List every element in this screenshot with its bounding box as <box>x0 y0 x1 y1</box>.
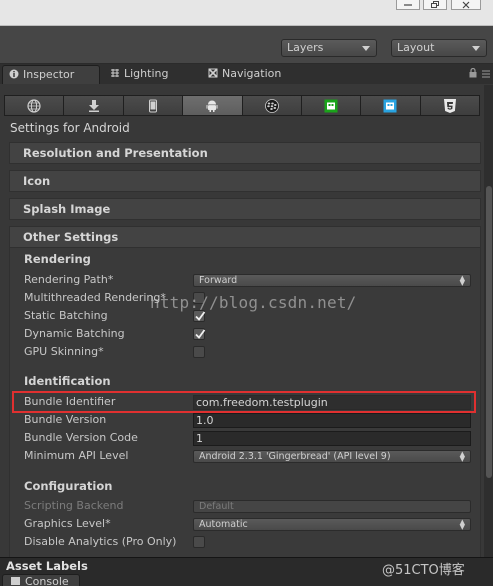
platform-windows-store-button[interactable] <box>301 96 362 115</box>
tab-lighting-label: Lighting <box>124 67 169 80</box>
platform-blackberry-button[interactable] <box>242 96 302 115</box>
rendering-path-label: Rendering Path* <box>24 273 114 286</box>
minimum-api-level-label: Minimum API Level <box>24 449 129 462</box>
gpu-skinning-label: GPU Skinning* <box>24 345 104 358</box>
gpu-skinning-checkbox[interactable] <box>193 346 205 358</box>
restore-icon <box>431 1 439 8</box>
section-label: Icon <box>23 174 51 188</box>
section-resolution-presentation[interactable]: Resolution and Presentation <box>9 142 481 164</box>
windows-store-blue-icon <box>383 99 397 112</box>
tab-console[interactable]: Console <box>2 574 80 586</box>
configuration-heading: Configuration <box>24 479 113 493</box>
updown-arrow-icon: ▲ ▼ <box>459 274 465 287</box>
bundle-version-code-label: Bundle Version Code <box>24 431 138 444</box>
multithreaded-rendering-label: Multithreaded Rendering* <box>24 291 166 304</box>
window-titlebar <box>0 0 493 26</box>
tab-navigation-label: Navigation <box>222 67 282 80</box>
section-other-settings[interactable]: Other Settings <box>9 226 481 248</box>
platform-windows-phone-button[interactable] <box>361 96 421 115</box>
scrollbar-thumb[interactable] <box>486 186 492 478</box>
dynamic-batching-label: Dynamic Batching <box>24 327 125 340</box>
updown-arrow-icon: ▲ ▼ <box>459 450 465 463</box>
layers-dropdown-label: Layers <box>287 41 324 54</box>
disable-analytics-checkbox[interactable] <box>193 536 205 548</box>
layers-dropdown[interactable]: Layers <box>281 39 377 57</box>
bundle-version-code-value: 1 <box>196 432 203 445</box>
restore-button[interactable] <box>423 0 447 10</box>
bundle-version-code-field[interactable]: 1 <box>193 431 471 446</box>
minimize-button[interactable] <box>396 0 420 10</box>
tab-inspector-label: Inspector <box>23 68 75 81</box>
bundle-version-value: 1.0 <box>196 414 214 427</box>
scripting-backend-dropdown: Default <box>193 500 471 513</box>
navigation-icon <box>208 68 218 78</box>
layout-dropdown[interactable]: Layout <box>391 39 487 57</box>
phone-icon <box>148 99 157 112</box>
minimum-api-level-value: Android 2.3.1 'Gingerbread' (API level 9… <box>199 451 391 462</box>
disable-analytics-label: Disable Analytics (Pro Only) <box>24 535 177 548</box>
checkmark-icon <box>195 329 206 339</box>
rendering-heading: Rendering <box>24 252 91 266</box>
lock-icon[interactable] <box>469 68 477 78</box>
layout-dropdown-label: Layout <box>397 41 435 54</box>
bundle-version-field[interactable]: 1.0 <box>193 413 471 428</box>
platform-webgl-button[interactable] <box>420 96 479 115</box>
dynamic-batching-checkbox[interactable] <box>193 328 206 340</box>
globe-icon <box>27 98 41 113</box>
android-icon <box>206 100 218 112</box>
platform-download-button[interactable] <box>64 96 124 115</box>
tab-inspector[interactable]: Inspector <box>2 65 100 84</box>
rendering-path-value: Forward <box>199 275 238 286</box>
chevron-down-icon <box>362 46 370 51</box>
platform-standalone-button[interactable] <box>5 96 65 115</box>
asset-labels-heading: Asset Labels <box>6 559 88 573</box>
platform-selector <box>4 95 480 116</box>
panel-menu-icon[interactable] <box>482 70 490 78</box>
graphics-level-label: Graphics Level* <box>24 517 111 530</box>
graphics-level-dropdown[interactable]: Automatic ▲ ▼ <box>193 518 471 531</box>
lighting-icon <box>111 69 119 77</box>
tab-console-label: Console <box>25 575 69 586</box>
section-label: Resolution and Presentation <box>23 146 208 160</box>
html5-icon <box>443 98 456 113</box>
section-icon[interactable]: Icon <box>9 170 481 192</box>
updown-arrow-icon: ▲ ▼ <box>459 518 465 531</box>
close-icon <box>462 1 470 9</box>
main-toolbar: Layers Layout <box>0 26 493 64</box>
windows-store-green-icon <box>324 99 338 112</box>
platform-android-button[interactable] <box>183 96 243 115</box>
console-icon <box>11 577 20 585</box>
scripting-backend-label: Scripting Backend <box>24 499 124 512</box>
scripting-backend-value: Default <box>199 501 234 512</box>
watermark-text: http://blog.csdn.net/ <box>150 293 357 312</box>
source-credit: @51CTO博客 <box>382 563 465 578</box>
download-icon <box>88 99 99 112</box>
rendering-path-dropdown[interactable]: Forward ▲ ▼ <box>193 274 471 287</box>
close-button[interactable] <box>451 0 481 10</box>
minimum-api-level-dropdown[interactable]: Android 2.3.1 'Gingerbread' (API level 9… <box>193 450 471 463</box>
info-icon <box>9 69 19 79</box>
tab-lighting[interactable]: Lighting <box>104 65 199 84</box>
bundle-version-label: Bundle Version <box>24 413 107 426</box>
identification-heading: Identification <box>24 374 111 388</box>
blackberry-icon <box>264 98 279 113</box>
section-splash-image[interactable]: Splash Image <box>9 198 481 220</box>
minimize-icon <box>404 4 412 6</box>
panel-tab-bar: Inspector Lighting Navigation <box>0 64 493 84</box>
section-label: Splash Image <box>23 202 111 216</box>
static-batching-label: Static Batching <box>24 309 108 322</box>
settings-for-label: Settings for Android <box>10 121 130 135</box>
graphics-level-value: Automatic <box>199 519 248 530</box>
section-label: Other Settings <box>23 230 119 244</box>
highlight-box <box>12 391 476 413</box>
platform-ios-button[interactable] <box>123 96 184 115</box>
tab-navigation[interactable]: Navigation <box>202 65 312 84</box>
chevron-down-icon <box>472 46 480 51</box>
